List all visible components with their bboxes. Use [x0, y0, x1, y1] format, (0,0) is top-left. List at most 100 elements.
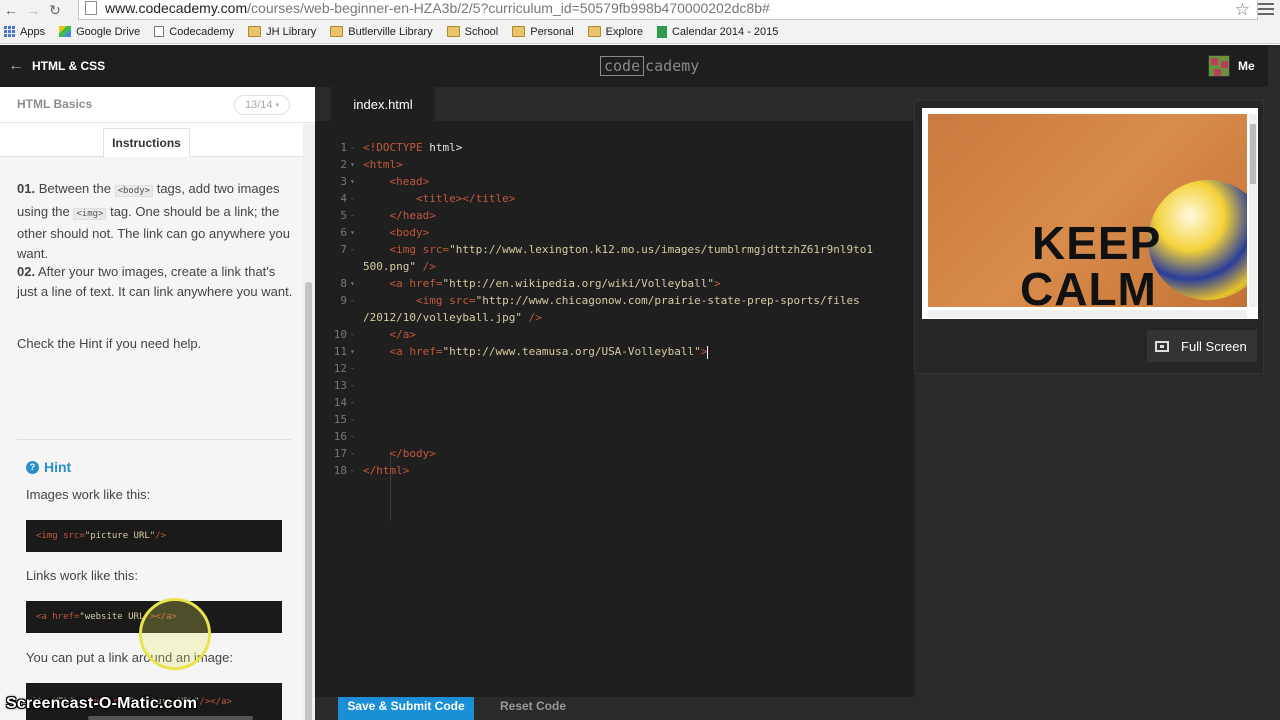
- line-number: 4: [340, 192, 347, 205]
- bookmark-star-icon[interactable]: ☆: [1235, 0, 1250, 20]
- hint-toggle[interactable]: ? Hint: [26, 459, 71, 475]
- code-tag: <body>: [114, 185, 154, 197]
- preview-frame[interactable]: KEEP CALM: [922, 108, 1258, 319]
- code-line[interactable]: 5- </head>: [315, 207, 915, 224]
- bookmark-butlerville-library[interactable]: Butlerville Library: [330, 26, 433, 38]
- code-line[interactable]: 12-: [315, 360, 915, 377]
- fold-arrow-icon[interactable]: ▾: [350, 343, 355, 360]
- tab-index-html[interactable]: index.html: [331, 87, 435, 121]
- question-icon: ?: [26, 460, 39, 474]
- forward-arrow-icon[interactable]: →: [22, 0, 44, 20]
- folder-icon: [512, 26, 526, 37]
- line-dash: -: [350, 415, 355, 424]
- page-scrollbar[interactable]: [1268, 45, 1280, 87]
- code-line[interactable]: 17- </body>: [315, 445, 915, 462]
- line-number: 12: [333, 362, 347, 375]
- code-line[interactable]: 16-: [315, 428, 915, 445]
- code-line[interactable]: 7- <img src="http://www.lexington.k12.mo…: [315, 241, 915, 258]
- preview-horizontal-scrollbar[interactable]: [928, 310, 1247, 318]
- bookmark-google-drive[interactable]: Google Drive: [59, 26, 140, 38]
- code-text: <body>: [389, 226, 430, 239]
- codecademy-logo[interactable]: code cademy: [600, 56, 699, 76]
- code-line[interactable]: 9- <img src="http://www.chicagonow.com/p…: [315, 292, 915, 309]
- code-text: <head>: [389, 175, 430, 188]
- code-line[interactable]: 3 ▾ <head>: [315, 173, 915, 190]
- reset-code-button[interactable]: Reset Code: [487, 697, 579, 720]
- line-number: 15: [333, 413, 347, 426]
- tab-instructions[interactable]: Instructions: [103, 128, 190, 157]
- line-number: 9: [340, 294, 347, 307]
- back-arrow-icon[interactable]: ←: [0, 0, 22, 20]
- avatar[interactable]: [1208, 55, 1230, 77]
- bookmark-jh-library[interactable]: JH Library: [248, 26, 316, 38]
- bookmark-codecademy[interactable]: Codecademy: [154, 26, 234, 38]
- line-dash: -: [350, 449, 355, 458]
- line-dash: -: [350, 398, 355, 407]
- code-line[interactable]: 14-: [315, 394, 915, 411]
- line-number: 7: [340, 243, 347, 256]
- full-screen-button[interactable]: Full Screen: [1147, 330, 1257, 362]
- code-line[interactable]: 1- <!DOCTYPE html>: [315, 139, 915, 156]
- bookmark-school[interactable]: School: [446, 26, 498, 38]
- code-line[interactable]: 18- </html>: [315, 462, 915, 479]
- code-line[interactable]: 11 ▾ <a href="http://www.teamusa.org/USA-…: [315, 343, 915, 360]
- preview-panel: KEEP CALM Full Screen: [914, 100, 1264, 374]
- code-text: <img src="http://www.chicagonow.com/prai…: [415, 294, 860, 307]
- instruction-step-2: 02. After your two images, create a link…: [17, 264, 293, 299]
- lesson-scrollbar[interactable]: [303, 124, 315, 720]
- line-number: 3: [340, 175, 347, 188]
- line-dash: -: [350, 381, 355, 390]
- address-bar[interactable]: www.codecademy.com/courses/web-beginner-…: [78, 0, 1258, 20]
- preview-scrollbar[interactable]: [1249, 114, 1257, 307]
- code-horizontal-scrollbar[interactable]: [88, 716, 253, 720]
- line-dash: -: [350, 466, 355, 475]
- back-icon[interactable]: ←: [8, 57, 24, 75]
- line-number: 5: [340, 209, 347, 222]
- fold-arrow-icon[interactable]: ▾: [350, 224, 355, 241]
- code-text: <a href="http://en.wikipedia.org/wiki/Vo…: [389, 277, 721, 290]
- code-editor[interactable]: 1- <!DOCTYPE html> 2 ▾ <html> 3 ▾ <head> 4- <ti…: [315, 121, 915, 697]
- code-line[interactable]: 6 ▾ <body>: [315, 224, 915, 241]
- lesson-panel: HTML Basics 13/14 ▾ Instructions 01. Bet…: [0, 87, 315, 720]
- code-line[interactable]: 10- </a>: [315, 326, 915, 343]
- bookmark-apps[interactable]: Apps: [0, 26, 45, 38]
- code-text: </head>: [389, 209, 436, 222]
- line-dash: -: [350, 211, 355, 220]
- code-line[interactable]: /2012/10/volleyball.jpg" />: [315, 309, 915, 326]
- line-number: 17: [333, 447, 347, 460]
- page-icon: [154, 26, 165, 37]
- bookmark-explore[interactable]: Explore: [587, 26, 643, 38]
- bookmark-calendar-2014-2015[interactable]: Calendar 2014 - 2015: [656, 25, 778, 38]
- user-menu[interactable]: Me: [1238, 59, 1255, 73]
- save-submit-button[interactable]: Save & Submit Code: [338, 697, 474, 720]
- fold-arrow-icon[interactable]: ▾: [350, 275, 355, 292]
- hint-links-text: Links work like this:: [26, 568, 138, 583]
- bookmark-personal[interactable]: Personal: [512, 26, 574, 38]
- code-line[interactable]: 500.png" />: [315, 258, 915, 275]
- code-text: </html>: [363, 464, 410, 477]
- code-text: <a href="http://www.teamusa.org/USA-Voll…: [389, 345, 709, 359]
- fold-arrow-icon[interactable]: ▾: [350, 173, 355, 190]
- lesson-title: HTML Basics: [17, 97, 93, 111]
- page-icon: [85, 0, 97, 15]
- line-dash: -: [350, 330, 355, 339]
- code-text: <title></title>: [415, 192, 516, 205]
- code-line[interactable]: 4- <title></title>: [315, 190, 915, 207]
- code-line[interactable]: 2 ▾ <html>: [315, 156, 915, 173]
- keep-calm-volleyball-image[interactable]: KEEP CALM: [928, 114, 1247, 307]
- code-line[interactable]: 15-: [315, 411, 915, 428]
- lesson-progress-dropdown[interactable]: 13/14 ▾: [234, 95, 290, 115]
- line-number: 14: [333, 396, 347, 409]
- line-dash: -: [350, 296, 355, 305]
- reload-icon[interactable]: ↻: [44, 0, 66, 20]
- bookmarks-bar: Apps Google Drive Codecademy JH Library Butl…: [0, 20, 1280, 44]
- fullscreen-icon: [1155, 340, 1169, 352]
- course-title[interactable]: HTML & CSS: [32, 59, 105, 73]
- line-number: 16: [333, 430, 347, 443]
- code-line[interactable]: 8 ▾ <a href="http://en.wikipedia.org/wiki…: [315, 275, 915, 292]
- code-line[interactable]: 13-: [315, 377, 915, 394]
- fold-arrow-icon[interactable]: ▾: [350, 156, 355, 173]
- mouse-cursor-highlight: [139, 598, 211, 670]
- browser-menu-icon[interactable]: [1258, 0, 1274, 18]
- line-dash: -: [350, 143, 355, 152]
